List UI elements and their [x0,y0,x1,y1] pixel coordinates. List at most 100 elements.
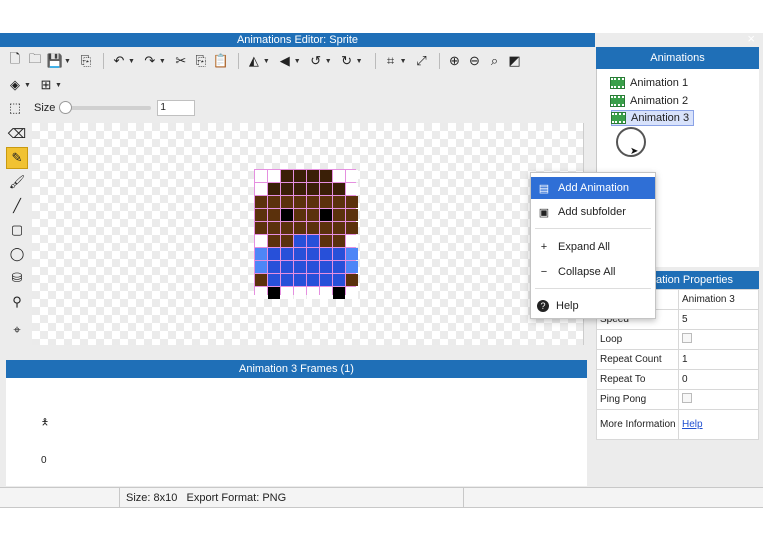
cut-icon[interactable]: ✂ [172,52,190,70]
sprite-pixel[interactable] [307,209,319,221]
sprite-pixel[interactable] [281,248,293,260]
sprite-canvas[interactable] [32,123,584,345]
rotate-left-dropdown-icon[interactable]: ▼ [325,58,332,65]
sprite-pixel[interactable] [281,183,293,195]
sprite-pixel[interactable] [320,287,332,299]
sprite-pixel[interactable] [255,170,267,182]
sprite-pixel[interactable] [268,209,280,221]
frame-thumbnail[interactable]: 🯅 [41,415,49,431]
property-repeat-to-value[interactable]: 0 [678,369,759,390]
grid-dropdown-icon[interactable]: ▼ [55,82,62,89]
layers-icon[interactable]: ◈ [6,76,24,94]
save-dropdown-icon[interactable]: ▼ [64,58,71,65]
copy-icon[interactable]: ⎘ [192,52,210,70]
sprite-pixel[interactable] [346,274,358,286]
sprite-pixel[interactable] [307,261,319,273]
grid-icon[interactable]: ⊞ [37,76,55,94]
sprite-pixel[interactable] [268,170,280,182]
property-name-value[interactable]: Animation 3 [678,289,759,310]
sprite-pixel[interactable] [346,209,358,221]
sprite-pixel[interactable] [320,235,332,247]
menu-item-expand-all[interactable]: + Expand All [531,236,655,258]
sprite-pixel[interactable] [333,235,345,247]
sprite-pixel[interactable] [333,274,345,286]
sprite-pixel[interactable] [333,287,345,299]
sprite-pixel[interactable] [255,183,267,195]
size-slider[interactable] [59,101,152,114]
fill-tool[interactable]: ⛁ [6,267,28,289]
save-icon[interactable]: 💾 [46,52,64,70]
sprite-pixel[interactable] [281,261,293,273]
zoom-in-icon[interactable]: ⊕ [446,52,464,70]
sprite-pixel[interactable] [281,170,293,182]
loop-checkbox[interactable] [682,333,692,343]
resize-icon[interactable]: ⤢ [413,52,431,70]
sprite-pixel[interactable] [281,287,293,299]
sprite-pixel[interactable] [268,222,280,234]
sprite-pixel[interactable] [307,274,319,286]
sprite-pixel[interactable] [307,287,319,299]
sprite-pixel[interactable] [255,287,267,299]
open-folder-icon[interactable]: 🗀 [26,51,44,70]
sprite-pixel[interactable] [320,209,332,221]
sprite-pixel[interactable] [307,183,319,195]
sprite-pixel[interactable] [255,235,267,247]
property-speed-value[interactable]: 5 [678,309,759,330]
sprite-pixel[interactable] [307,170,319,182]
selection-icon[interactable]: ⬚ [6,99,24,117]
sprite-pixel[interactable] [281,222,293,234]
sprite-pixel[interactable] [346,196,358,208]
sprite-pixel[interactable] [333,196,345,208]
sprite-pixel[interactable] [281,196,293,208]
sprite-pixel[interactable] [307,248,319,260]
menu-item-add-subfolder[interactable]: ▣ Add subfolder [531,201,655,223]
brush-tool[interactable]: 🖌 [6,171,28,193]
sprite-pixel[interactable] [346,170,358,182]
sprite-pixel[interactable] [255,248,267,260]
flip-horizontal-icon[interactable]: ◭ [245,52,263,70]
close-icon[interactable]: × [747,32,755,46]
sprite-pixel[interactable] [255,196,267,208]
animation-item-2[interactable]: Animation 2 [610,93,692,109]
sprite-pixel[interactable] [320,248,332,260]
undo-dropdown-icon[interactable]: ▼ [128,58,135,65]
size-input[interactable]: 1 [157,100,196,116]
sprite-pixel[interactable] [255,261,267,273]
sprite-pixel[interactable] [268,196,280,208]
sprite-pixel[interactable] [346,261,358,273]
line-tool[interactable]: ╱ [6,195,28,217]
menu-item-add-animation[interactable]: ▤ Add Animation [531,177,655,199]
paste-icon[interactable]: 📋 [212,52,230,70]
sprite-pixel[interactable] [255,209,267,221]
eraser-tool[interactable]: ⌫ [6,123,28,145]
sprite-pixel[interactable] [294,196,306,208]
crop-icon[interactable]: ⌗ [382,52,400,70]
sprite-pixel[interactable] [268,261,280,273]
sprite-pixel[interactable] [294,248,306,260]
sprite-pixel[interactable] [333,209,345,221]
sprite-pixel[interactable] [294,261,306,273]
sprite-pixel[interactable] [268,274,280,286]
crop-dropdown-icon[interactable]: ▼ [400,58,407,65]
sprite-pixel[interactable] [294,235,306,247]
sprite-pixel[interactable] [320,222,332,234]
redo-icon[interactable]: ↷ [141,52,159,70]
sprite-pixel[interactable] [294,274,306,286]
sprite-pixel[interactable] [346,222,358,234]
sprite-pixel[interactable] [294,209,306,221]
zoom-fit-icon[interactable]: ⌕ [486,52,504,70]
layers-dropdown-icon[interactable]: ▼ [24,82,31,89]
rotate-right-icon[interactable]: ↻ [338,52,356,70]
export-icon[interactable]: ⎘ [77,52,95,70]
sprite-pixel[interactable] [346,287,358,299]
sprite-pixel[interactable] [281,235,293,247]
sprite-pixel[interactable] [320,170,332,182]
sprite-pixel[interactable] [281,209,293,221]
sprite-pixel[interactable] [268,287,280,299]
sprite-pixel[interactable] [320,261,332,273]
frames-panel[interactable]: 🯅 0 [6,378,587,486]
pencil-tool[interactable]: ✎ [6,147,28,169]
sprite-pixel[interactable] [333,183,345,195]
sprite-pixel[interactable] [346,248,358,260]
sprite-pixel[interactable] [320,183,332,195]
